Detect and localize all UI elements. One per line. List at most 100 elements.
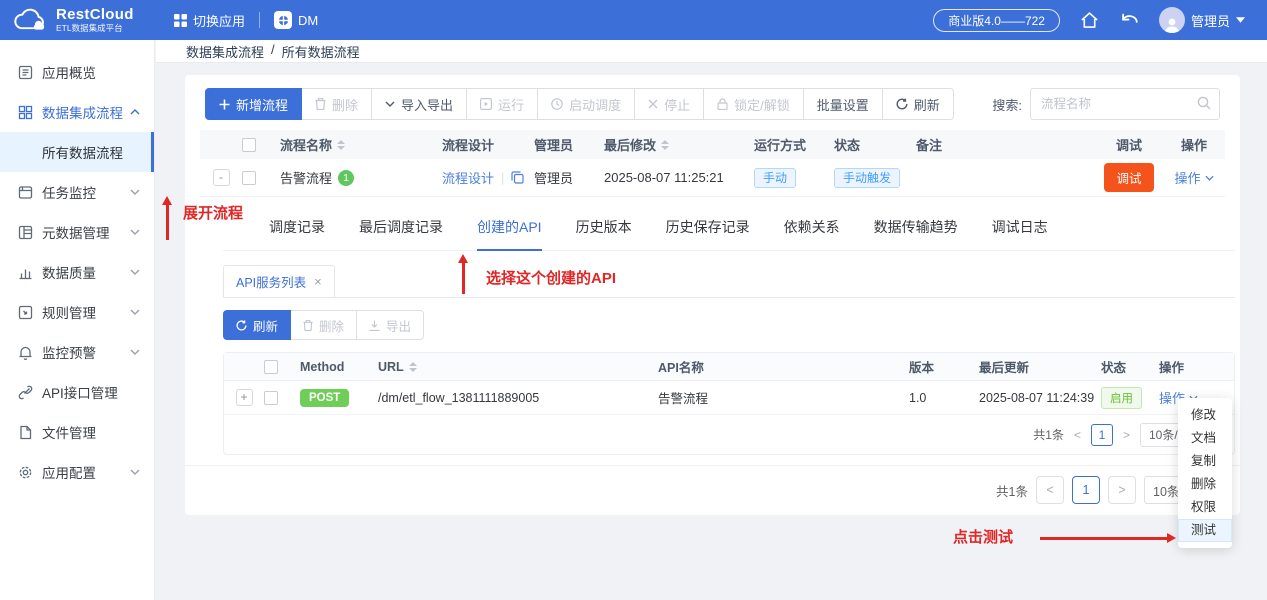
chevron-down-icon — [1204, 175, 1214, 181]
user-menu[interactable]: 管理员 — [1158, 7, 1245, 33]
sidebar-item-label: 规则管理 — [42, 306, 96, 321]
tab-history-saves[interactable]: 历史保存记录 — [666, 217, 750, 250]
api-action-menu: 修改 文档 复制 删除 权限 测试 — [1178, 398, 1232, 548]
sidebar-item-metadata[interactable]: 元数据管理 — [0, 212, 154, 252]
page-number[interactable]: 1 — [1090, 423, 1113, 446]
run-button[interactable]: 运行 — [466, 88, 539, 120]
prev-page-button[interactable]: < — [1036, 476, 1064, 504]
sort-icon[interactable] — [661, 139, 670, 150]
select-all-checkbox[interactable] — [242, 137, 256, 152]
tab-history-versions[interactable]: 历史版本 — [576, 217, 632, 250]
trash-icon — [303, 319, 313, 331]
menu-item-permission[interactable]: 权限 — [1178, 496, 1232, 519]
start-schedule-button[interactable]: 启动调度 — [537, 88, 636, 120]
tab-schedule-records[interactable]: 调度记录 — [269, 217, 325, 250]
brand-logo[interactable]: RestCloud ETL数据集成平台 — [0, 7, 150, 33]
collapse-row-button[interactable]: - — [212, 169, 230, 186]
sort-icon[interactable] — [408, 361, 417, 372]
breadcrumb: 数据集成流程 / 所有数据流程 — [186, 42, 360, 61]
import-export-button[interactable]: 导入导出 — [371, 88, 468, 120]
breadcrumb-parent[interactable]: 数据集成流程 — [186, 42, 264, 61]
search-icon[interactable] — [1197, 96, 1211, 110]
sort-icon[interactable] — [337, 139, 346, 150]
clock-icon — [551, 98, 563, 110]
caret-down-icon — [1236, 17, 1245, 23]
prev-page-icon[interactable]: < — [1074, 428, 1081, 442]
api-url: /dm/etl_flow_1381111889005 — [378, 390, 540, 405]
cloud-logo-icon — [12, 7, 48, 33]
expand-api-row-button[interactable]: + — [235, 389, 253, 406]
sidebar-item-file-management[interactable]: 文件管理 — [0, 412, 154, 452]
brand-subtitle: ETL数据集成平台 — [56, 23, 123, 33]
row-action-dropdown[interactable]: 操作 — [1174, 168, 1214, 187]
search-input[interactable] — [1030, 88, 1220, 120]
lock-unlock-button[interactable]: 锁定/解锁 — [703, 88, 804, 120]
close-icon[interactable]: × — [314, 274, 322, 289]
menu-item-docs[interactable]: 文档 — [1178, 427, 1232, 450]
page-number[interactable]: 1 — [1072, 476, 1100, 504]
integration-grid-icon — [18, 105, 33, 120]
api-table-row: + POST /dm/etl_flow_1381111889005 告警流程 1… — [224, 381, 1234, 415]
tab-debug-log[interactable]: 调试日志 — [992, 217, 1048, 250]
sidebar-item-monitor-alert[interactable]: 监控预警 — [0, 332, 154, 372]
menu-item-delete[interactable]: 删除 — [1178, 473, 1232, 496]
col-flow-design: 流程设计 — [442, 138, 495, 153]
delete-button[interactable]: 删除 — [301, 88, 373, 120]
sidebar: 应用概览 数据集成流程 所有数据流程 任务监控 元数据管理 数据质量 规则管理 — [0, 40, 155, 600]
tab-transfer-trend[interactable]: 数据传输趋势 — [874, 217, 958, 250]
api-row-checkbox[interactable] — [264, 390, 278, 405]
annotation-arrow-right-test — [1040, 533, 1176, 545]
tab-created-api[interactable]: 创建的API — [477, 217, 542, 251]
next-page-button[interactable]: > — [1108, 476, 1136, 504]
sidebar-item-rules[interactable]: 规则管理 — [0, 292, 154, 332]
next-page-icon[interactable]: > — [1123, 428, 1130, 442]
api-export-button[interactable]: 导出 — [356, 310, 425, 340]
flow-name: 告警流程 — [280, 171, 333, 186]
sidebar-item-data-integration[interactable]: 数据集成流程 — [0, 92, 154, 132]
col-api-status: 状态 — [1101, 361, 1127, 375]
debug-button[interactable]: 调试 — [1104, 163, 1154, 192]
batch-settings-button[interactable]: 批量设置 — [802, 88, 883, 120]
flow-table-row: - 告警流程 1 流程设计 | 管理员 2025-08-07 11:25:21 … — [200, 159, 1225, 197]
flow-design-link[interactable]: 流程设计 — [442, 168, 494, 187]
chevron-down-icon — [130, 189, 140, 195]
sidebar-item-label: 数据集成流程 — [42, 106, 123, 121]
sidebar-item-app-config[interactable]: 应用配置 — [0, 452, 154, 492]
switch-app-label: 切换应用 — [193, 13, 246, 29]
api-delete-button[interactable]: 删除 — [290, 310, 358, 340]
menu-item-test[interactable]: 测试 — [1178, 519, 1232, 542]
col-status: 状态 — [834, 138, 861, 153]
annotation-click-test: 点击测试 — [953, 529, 1014, 546]
grid-icon — [174, 13, 187, 27]
home-icon[interactable] — [1080, 11, 1099, 29]
menu-item-modify[interactable]: 修改 — [1178, 404, 1232, 427]
divider: | — [501, 170, 505, 185]
sidebar-item-task-monitor[interactable]: 任务监控 — [0, 172, 154, 212]
api-updated: 2025-08-07 11:24:39 — [979, 390, 1095, 405]
play-icon — [480, 98, 493, 110]
undo-icon[interactable] — [1119, 12, 1139, 29]
sidebar-item-api-management[interactable]: API接口管理 — [0, 372, 154, 412]
stop-button[interactable]: 停止 — [634, 88, 705, 120]
row-checkbox[interactable] — [242, 170, 256, 185]
sidebar-item-app-overview[interactable]: 应用概览 — [0, 52, 154, 92]
api-table-box: Method URL API名称 版本 最后更新 状态 操作 + POST /d… — [223, 352, 1235, 455]
search-label: 搜索: — [992, 97, 1022, 113]
workspace-tab-dm[interactable]: DM — [274, 11, 318, 29]
menu-item-copy[interactable]: 复制 — [1178, 450, 1232, 473]
new-flow-button[interactable]: 新增流程 — [205, 88, 303, 120]
api-refresh-button[interactable]: 刷新 — [223, 310, 292, 340]
sidebar-item-all-data-flows[interactable]: 所有数据流程 — [0, 132, 154, 172]
api-select-all-checkbox[interactable] — [264, 359, 278, 374]
main-panel: 新增流程 删除 导入导出 运行 启动调度 停止 锁定/解锁 批量设置 刷新 搜索… — [185, 75, 1240, 515]
tab-dependencies[interactable]: 依赖关系 — [784, 217, 840, 250]
tab-last-schedule[interactable]: 最后调度记录 — [359, 217, 443, 250]
subtab-api-service-list[interactable]: API服务列表 × — [223, 265, 335, 297]
refresh-button[interactable]: 刷新 — [881, 88, 954, 120]
breadcrumb-separator: / — [271, 41, 275, 57]
version-badge: 商业版4.0——722 — [933, 8, 1060, 32]
sidebar-item-data-quality[interactable]: 数据质量 — [0, 252, 154, 292]
switch-app-button[interactable]: 切换应用 — [174, 11, 245, 30]
copy-icon[interactable] — [511, 171, 525, 184]
col-admin: 管理员 — [534, 138, 574, 153]
